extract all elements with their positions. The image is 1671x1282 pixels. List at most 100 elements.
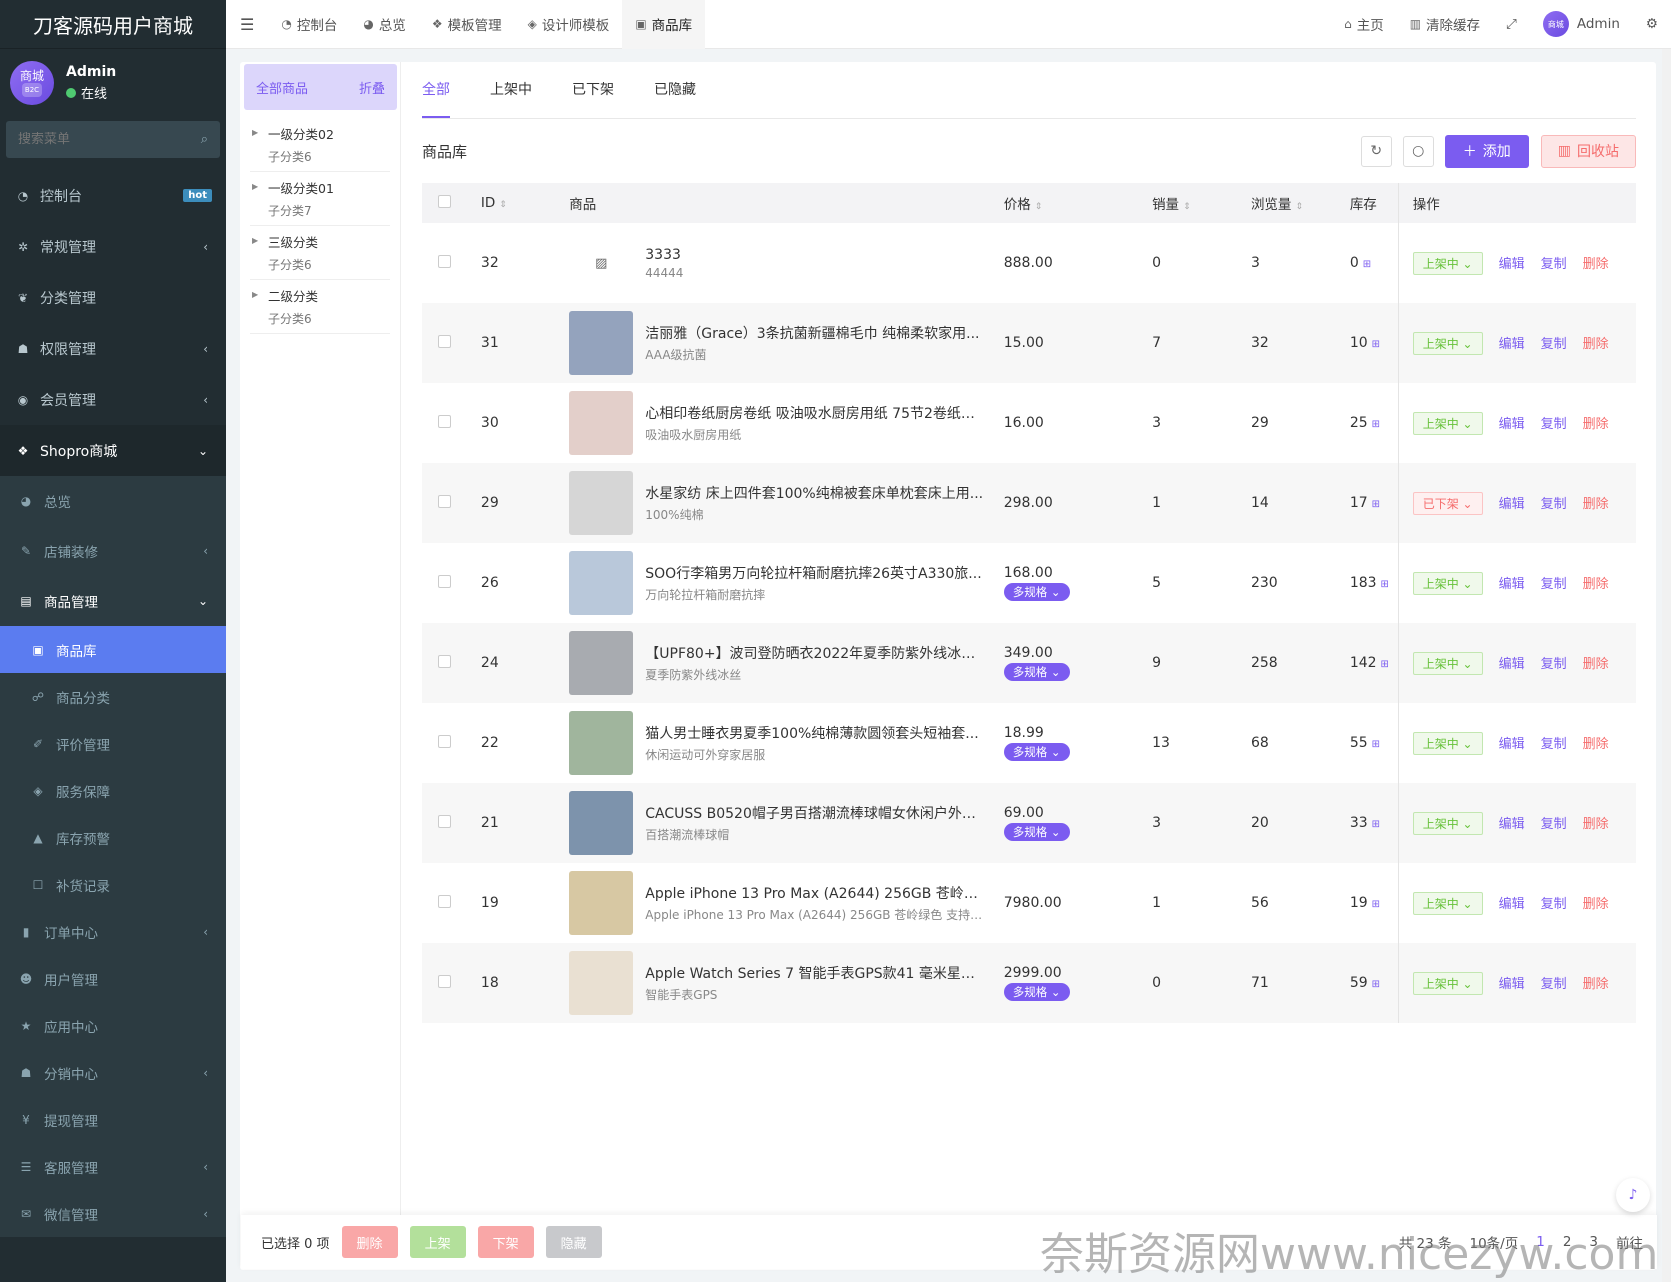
copy-button[interactable]: 复制 (1541, 737, 1567, 752)
brand-title[interactable]: 刀客源码用户商城 (0, 0, 226, 49)
batch-on-button[interactable]: 上架 (409, 1226, 466, 1258)
goods-title[interactable]: 水星家纺 床上四件套100%纯棉被套床单枕套床上用... (645, 483, 985, 503)
copy-button[interactable]: 复制 (1541, 417, 1567, 432)
status-dropdown[interactable]: 已下架 ⌄ (1412, 491, 1483, 515)
copy-button[interactable]: 复制 (1541, 257, 1567, 272)
sidebar-toggle-button[interactable]: ☰ (226, 0, 268, 49)
clear-cache-button[interactable]: ▥ 清除缓存 (1397, 0, 1493, 49)
row-checkbox[interactable] (438, 254, 451, 268)
status-dropdown[interactable]: 上架中 ⌄ (1412, 971, 1483, 995)
add-button[interactable]: ＋ 添加 (1444, 134, 1529, 168)
goods-title[interactable]: 猫人男士睡衣男夏季100%纯棉薄款圆领套头短袖套... (645, 723, 985, 743)
stock-edit-icon[interactable]: ⊞ (1381, 659, 1389, 670)
stock-edit-icon[interactable]: ⊞ (1363, 259, 1371, 270)
menu-search[interactable]: ⌕ (6, 121, 220, 158)
copy-button[interactable]: 复制 (1541, 657, 1567, 672)
category-item[interactable]: ▶ 二级分类 子分类6 (250, 280, 390, 334)
category-item[interactable]: ▶ 一级分类02 子分类6 (250, 118, 390, 172)
batch-hide-button[interactable]: 隐藏 (545, 1226, 602, 1258)
col-sales[interactable]: 销量 ⇕ (1152, 183, 1251, 223)
status-dropdown[interactable]: 上架中 ⌄ (1412, 891, 1483, 915)
status-dropdown[interactable]: 上架中 ⌄ (1412, 411, 1483, 435)
row-checkbox[interactable] (438, 734, 451, 748)
sidebar-item-goods-2[interactable]: ✐ 评价管理 (0, 720, 226, 767)
goods-title[interactable]: Apple Watch Series 7 智能手表GPS款41 毫米星光... (645, 963, 985, 983)
col-id[interactable]: ID ⇕ (481, 183, 569, 223)
row-checkbox[interactable] (438, 334, 451, 348)
fold-button[interactable]: 折叠 (359, 78, 385, 97)
delete-button[interactable]: 删除 (1583, 417, 1609, 432)
copy-button[interactable]: 复制 (1541, 337, 1567, 352)
multi-spec-tag[interactable]: 多规格 ⌄ (1003, 743, 1070, 761)
caret-right-icon[interactable]: ▶ (252, 290, 258, 299)
goods-title[interactable]: 【UPF80+】波司登防晒衣2022年夏季防紫外线冰丝... (645, 643, 985, 663)
copy-button[interactable]: 复制 (1541, 977, 1567, 992)
goods-thumbnail[interactable] (569, 311, 634, 375)
goods-thumbnail[interactable] (569, 551, 634, 615)
edit-button[interactable]: 编辑 (1499, 977, 1525, 992)
stock-edit-icon[interactable]: ⊞ (1372, 419, 1380, 430)
tab-off-sale[interactable]: 已下架 (572, 79, 614, 118)
stock-edit-icon[interactable]: ⊞ (1372, 499, 1380, 510)
status-dropdown[interactable]: 上架中 ⌄ (1412, 251, 1483, 275)
copy-button[interactable]: 复制 (1541, 577, 1567, 592)
sidebar-item-main-5[interactable]: ❖ Shopro商城 ⌄ (0, 425, 226, 476)
sidebar-item-shopro-1[interactable]: ✎ 店铺装修 ‹ (0, 526, 226, 576)
sidebar-item-main-0[interactable]: ◔ 控制台 hot (0, 170, 226, 221)
menu-search-input[interactable] (18, 132, 168, 147)
sidebar-item-shopro-2[interactable]: ▤ 商品管理 ⌄ (0, 576, 226, 626)
search-button[interactable]: ○ (1402, 135, 1434, 167)
sidebar-item-shopro-0[interactable]: ◕ 总览 (0, 476, 226, 526)
delete-button[interactable]: 删除 (1583, 337, 1609, 352)
caret-right-icon[interactable]: ▶ (252, 128, 258, 137)
sidebar-item-goods-3[interactable]: ◈ 服务保障 (0, 767, 226, 814)
goods-thumbnail[interactable] (569, 631, 634, 695)
copy-button[interactable]: 复制 (1541, 817, 1567, 832)
goods-thumbnail[interactable] (569, 391, 634, 455)
sidebar-item-bottom-2[interactable]: ★ 应用中心 (0, 1002, 226, 1049)
col-price[interactable]: 价格 ⇕ (1004, 183, 1152, 223)
goods-title[interactable]: 3333 (645, 247, 985, 263)
caret-right-icon[interactable]: ▶ (252, 182, 258, 191)
goods-thumbnail[interactable] (569, 871, 634, 935)
row-checkbox[interactable] (438, 654, 451, 668)
multi-spec-tag[interactable]: 多规格 ⌄ (1003, 983, 1070, 1001)
tab-all[interactable]: 全部 (422, 79, 450, 118)
category-item[interactable]: ▶ 三级分类 子分类6 (250, 226, 390, 280)
top-tab-template[interactable]: ❖ 模板管理 (419, 0, 515, 49)
select-all-checkbox[interactable] (438, 194, 451, 208)
home-link[interactable]: ⌂ 主页 (1331, 0, 1397, 49)
delete-button[interactable]: 删除 (1583, 257, 1609, 272)
row-checkbox[interactable] (438, 894, 451, 908)
edit-button[interactable]: 编辑 (1499, 737, 1525, 752)
copy-button[interactable]: 复制 (1541, 897, 1567, 912)
goods-thumbnail[interactable] (569, 791, 634, 855)
status-dropdown[interactable]: 上架中 ⌄ (1412, 651, 1483, 675)
stock-edit-icon[interactable]: ⊞ (1372, 899, 1380, 910)
category-item[interactable]: ▶ 一级分类01 子分类7 (250, 172, 390, 226)
sidebar-item-bottom-5[interactable]: ☰ 客服管理 ‹ (0, 1143, 226, 1190)
edit-button[interactable]: 编辑 (1499, 497, 1525, 512)
tab-hidden[interactable]: 已隐藏 (654, 79, 696, 118)
edit-button[interactable]: 编辑 (1499, 657, 1525, 672)
edit-button[interactable]: 编辑 (1499, 337, 1525, 352)
search-icon[interactable]: ⌕ (201, 132, 208, 147)
row-checkbox[interactable] (438, 974, 451, 988)
goods-title[interactable]: Apple iPhone 13 Pro Max (A2644) 256GB 苍岭… (645, 883, 985, 903)
category-head[interactable]: 全部商品 折叠 (244, 64, 397, 110)
status-dropdown[interactable]: 上架中 ⌄ (1412, 811, 1483, 835)
edit-button[interactable]: 编辑 (1499, 577, 1525, 592)
stock-edit-icon[interactable]: ⊞ (1372, 339, 1380, 350)
status-dropdown[interactable]: 上架中 ⌄ (1412, 331, 1483, 355)
fullscreen-button[interactable]: ⤢ (1493, 0, 1530, 49)
tab-on-sale[interactable]: 上架中 (490, 79, 532, 118)
delete-button[interactable]: 删除 (1583, 897, 1609, 912)
bell-icon[interactable]: ♪ (1616, 1178, 1650, 1212)
copy-button[interactable]: 复制 (1541, 497, 1567, 512)
row-checkbox[interactable] (438, 494, 451, 508)
row-checkbox[interactable] (438, 574, 451, 588)
multi-spec-tag[interactable]: 多规格 ⌄ (1003, 823, 1070, 841)
batch-delete-button[interactable]: 删除 (341, 1226, 398, 1258)
sidebar-item-goods-5[interactable]: ☐ 补货记录 (0, 861, 226, 908)
edit-button[interactable]: 编辑 (1499, 817, 1525, 832)
